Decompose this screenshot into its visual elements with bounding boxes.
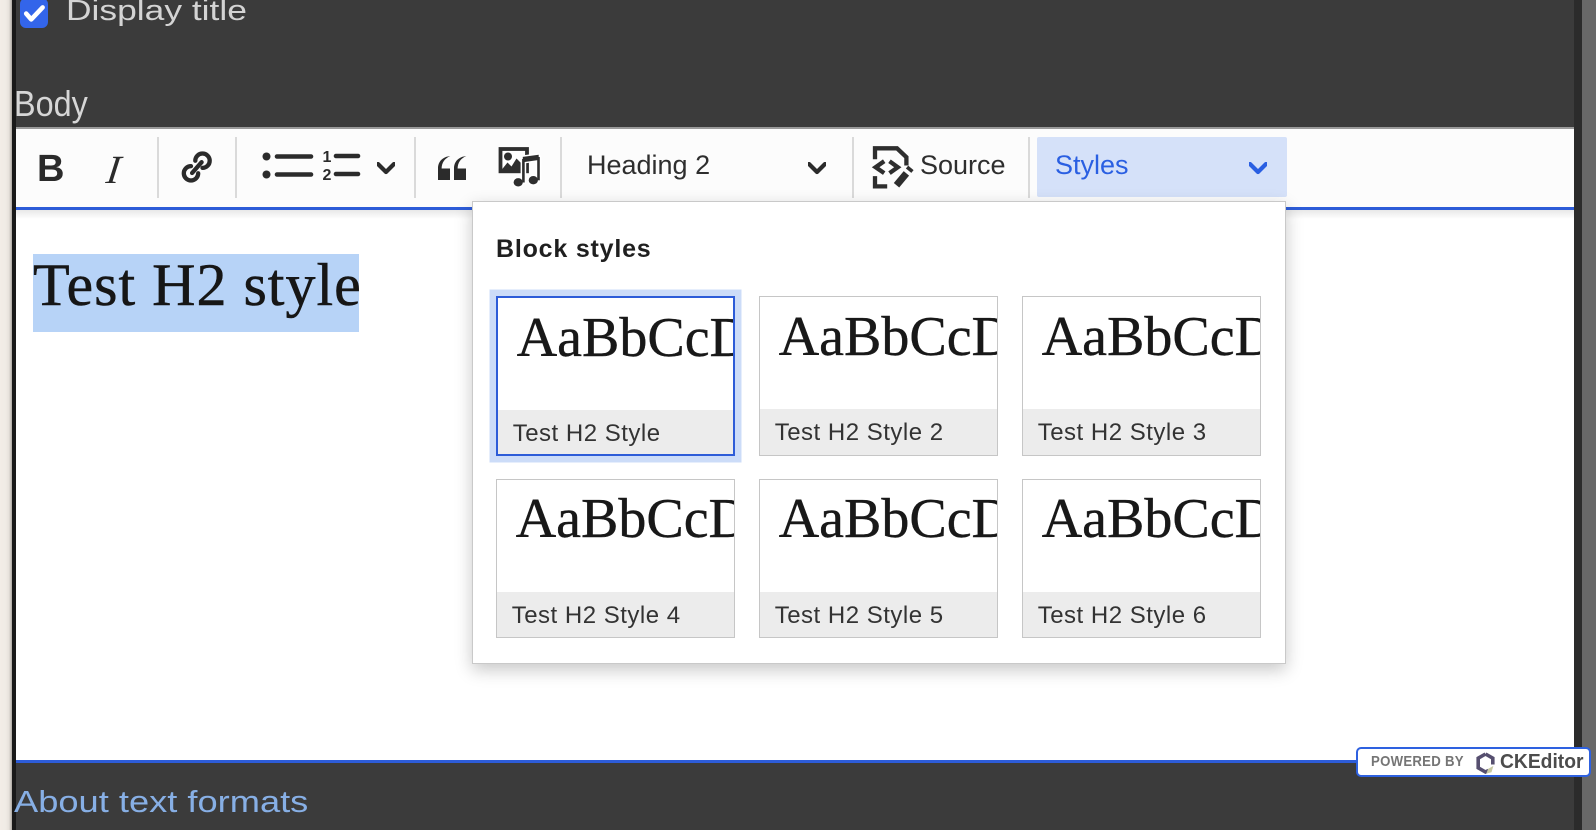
svg-text:2: 2 bbox=[323, 167, 332, 184]
svg-text:1: 1 bbox=[323, 149, 332, 166]
